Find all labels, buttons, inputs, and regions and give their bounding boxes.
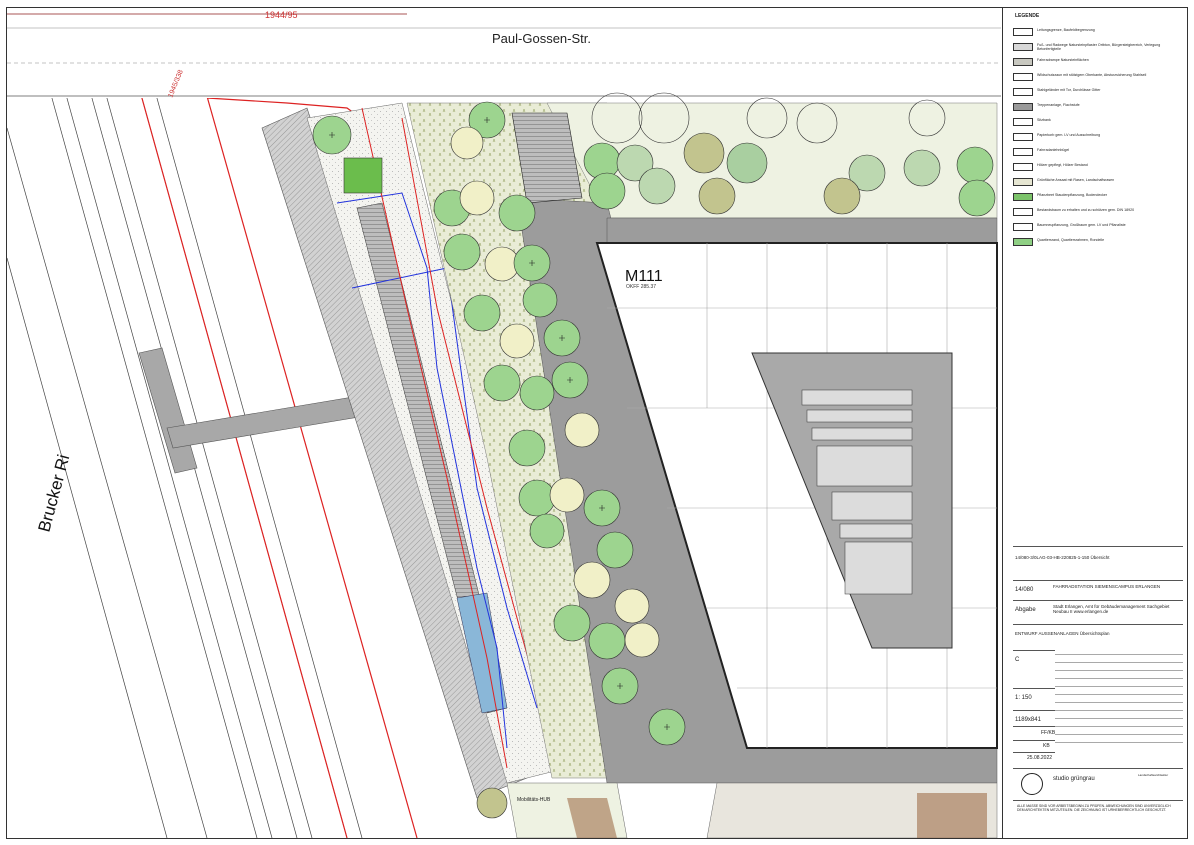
legend-text: Sitzbank <box>1037 118 1051 122</box>
legend-swatch <box>1013 43 1033 51</box>
site-plan[interactable]: Paul-Gossen-Str. 1944/95 1945/338 Brucke… <box>7 8 1001 838</box>
legend-text: Hölzer gepflegt, Hölzer Bestand <box>1037 163 1088 167</box>
legend-item: Treppenanlage, Flachstufe <box>1013 103 1183 117</box>
bridge-structure <box>138 347 198 474</box>
legend-text: Quartiersrand, Quartiersrahmen, Rondelle <box>1037 238 1105 242</box>
legend-swatch <box>1013 133 1033 141</box>
legend-text: Pflanzbeet Staudenpflanzung, Bodendecker <box>1037 193 1108 197</box>
tb-checked: KB <box>1013 740 1055 752</box>
tb-date: 25.08.2022 <box>1013 752 1055 764</box>
planting-bed <box>343 157 383 194</box>
legend-swatch <box>1013 118 1033 126</box>
legend-swatch <box>1013 163 1033 171</box>
legend-item: Fahrradrampe Natursteinflächen <box>1013 58 1183 72</box>
legend-item: Leitungsgrenze, Baufeldbegrenzung <box>1013 28 1183 42</box>
legend-text: Treppenanlage, Flachstufe <box>1037 103 1080 107</box>
parcel-label: 1944/95 <box>265 10 298 20</box>
tb-plan-number: 14/080-3/0LAG-03-HB-220825-1-150 Übersic… <box>1013 546 1183 568</box>
tb-drawn: FF/KB <box>1013 726 1055 740</box>
legend-swatch <box>1013 88 1033 96</box>
north-arrow-icon <box>1021 773 1043 795</box>
tb-office: studio grüngrau Landschaftsarchitektur <box>1013 768 1183 798</box>
legend-item: Fahrradanlehnbügel <box>1013 148 1183 162</box>
legend-swatch <box>1013 148 1033 156</box>
legend-item: Hölzer gepflegt, Hölzer Bestand <box>1013 163 1183 177</box>
building-floor-level: OKFF 285.37 <box>626 284 656 290</box>
legend-swatch <box>1013 73 1033 81</box>
legend-text: Wildschutzzaun mit stützigem Oberkante, … <box>1037 73 1147 77</box>
tb-phase: Abgabe Stadt Erlangen, Amt für Gebäudema… <box>1013 600 1183 624</box>
tb-index: C <box>1013 650 1055 668</box>
legend-text: Fahrradrampe Natursteinflächen <box>1037 58 1089 62</box>
legend-text: Leitungsgrenze, Baufeldbegrenzung <box>1037 28 1095 32</box>
street-label-top: Paul-Gossen-Str. <box>492 31 591 46</box>
legend-item: Wildschutzzaun mit stützigem Oberkante, … <box>1013 73 1183 87</box>
legend-item: Stahlgeländer mit Tor, Durchlässe Gitter <box>1013 88 1183 102</box>
tb-project: 14/080 FAHRRADSTATION SIEMENSCAMPUS ERLA… <box>1013 580 1183 600</box>
legend-item: Papierkorb gem. LV und Ausschreibung <box>1013 133 1183 147</box>
legend-item: Baumneupflanzung, Großbaum gem. LV und P… <box>1013 223 1183 237</box>
tb-disclaimer: ALLE MASSE SIND VOR ARBEITSBEGINN ZU PRÜ… <box>1013 800 1183 832</box>
legend-swatch <box>1013 178 1033 186</box>
legend-item: Bestandsbaum zu erhalten und zu schützen… <box>1013 208 1183 222</box>
legend-text: Fuß- und Radwege Natursteinpflaster Ortb… <box>1037 43 1161 51</box>
legend-item: Quartiersrand, Quartiersrahmen, Rondelle <box>1013 238 1183 252</box>
legend-item: Grünfläche Ansaat mit Rasen, Landschafts… <box>1013 178 1183 192</box>
drawing-sheet: Paul-Gossen-Str. 1944/95 1945/338 Brucke… <box>0 0 1194 845</box>
legend-item: Pflanzbeet Staudenpflanzung, Bodendecker <box>1013 193 1183 207</box>
legend-swatch <box>1013 238 1033 246</box>
street-area <box>7 8 1001 98</box>
building-label: M111 <box>625 268 663 285</box>
hub-label: Mobilitäts-HUB <box>517 797 551 803</box>
legend-text: Baumneupflanzung, Großbaum gem. LV und P… <box>1037 223 1126 227</box>
street-label-left: Brucker Ri <box>35 452 74 534</box>
legend-swatch <box>1013 208 1033 216</box>
legend-title: LEGENDE <box>1015 13 1040 19</box>
tb-title: ENTWURF AUSSENANLAGEN Übersichtsplan <box>1013 624 1183 650</box>
legend-swatch <box>1013 103 1033 111</box>
legend-swatch <box>1013 58 1033 66</box>
legend-text: Stahlgeländer mit Tor, Durchlässe Gitter <box>1037 88 1101 92</box>
legend-text: Fahrradanlehnbügel <box>1037 148 1070 152</box>
tb-format: 1189x841 <box>1013 710 1055 726</box>
legend-swatch <box>1013 193 1033 201</box>
legend-text: Bestandsbaum zu erhalten und zu schützen… <box>1037 208 1135 212</box>
legend-panel: LEGENDE Leitungsgrenze, Baufeldbegrenzun… <box>1002 8 1187 838</box>
legend-swatch <box>1013 28 1033 36</box>
legend-text: Grünfläche Ansaat mit Rasen, Landschafts… <box>1037 178 1115 182</box>
legend-item: Sitzbank <box>1013 118 1183 132</box>
tb-scale: 1: 150 <box>1013 688 1055 706</box>
legend-item: Fuß- und Radwege Natursteinpflaster Ortb… <box>1013 43 1183 57</box>
revision-table <box>1055 650 1183 750</box>
legend-swatch <box>1013 223 1033 231</box>
legend-text: Papierkorb gem. LV und Ausschreibung <box>1037 133 1101 137</box>
